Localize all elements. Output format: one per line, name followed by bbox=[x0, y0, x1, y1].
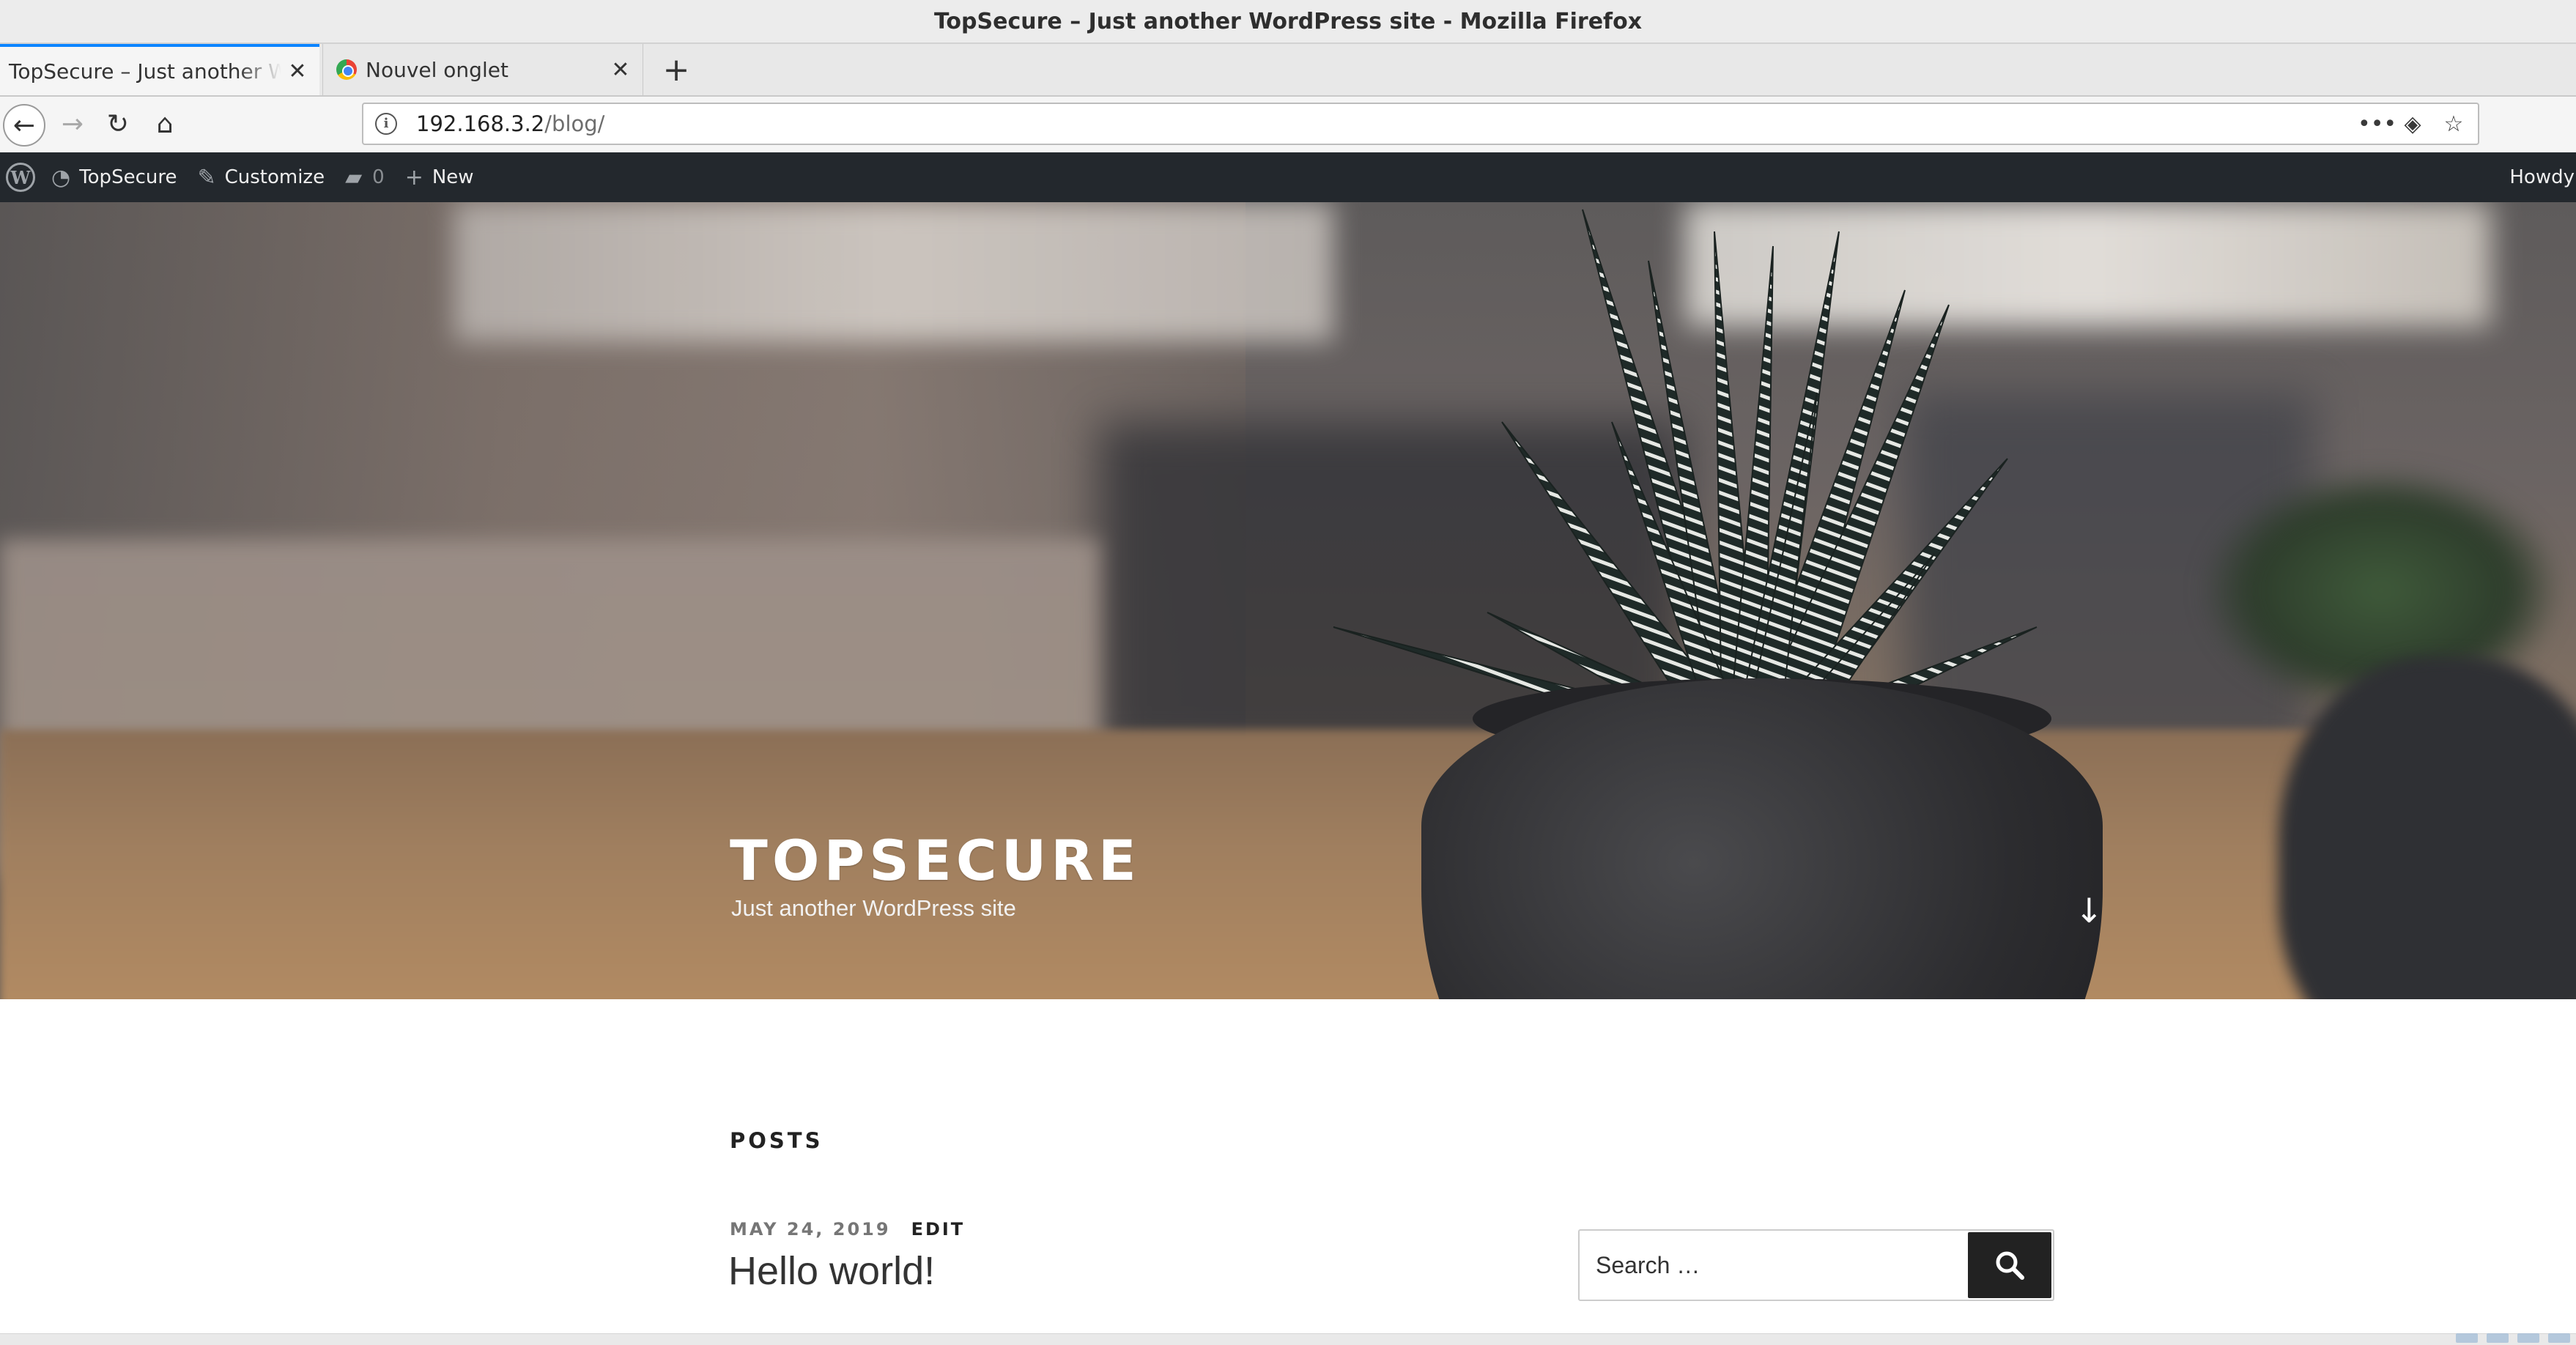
tray-icon bbox=[2456, 1333, 2478, 1343]
tray-icon bbox=[2548, 1333, 2570, 1343]
window-title: TopSecure – Just another WordPress site … bbox=[933, 8, 1643, 34]
plant-pot bbox=[1421, 678, 2103, 999]
comments-count: 0 bbox=[372, 166, 385, 188]
search-icon bbox=[1996, 1251, 2024, 1280]
reload-button[interactable]: ↻ bbox=[97, 103, 139, 145]
site-description: Just another WordPress site bbox=[731, 895, 1016, 921]
customize-label: Customize bbox=[224, 166, 325, 188]
plus-icon: + bbox=[404, 164, 423, 190]
wordpress-logo-icon[interactable]: W bbox=[6, 163, 35, 192]
forward-button[interactable]: → bbox=[51, 103, 94, 145]
tab-title: TopSecure – Just another WordPress site bbox=[9, 59, 281, 84]
new-tab-button[interactable]: + bbox=[654, 44, 699, 95]
url-text[interactable]: 192.168.3.2/blog/ bbox=[416, 111, 604, 136]
page-actions-menu-icon[interactable]: ••• bbox=[2358, 111, 2397, 137]
url-bar[interactable]: i 192.168.3.2/blog/ ••• ◈ ☆ bbox=[362, 103, 2479, 145]
paintbrush-icon: ✎ bbox=[197, 164, 216, 190]
search-form bbox=[1578, 1229, 2054, 1301]
home-button[interactable]: ⌂ bbox=[144, 103, 186, 145]
site-title[interactable]: TOPSECURE bbox=[730, 828, 1141, 893]
post-meta: MAY 24, 2019 EDIT bbox=[730, 1219, 965, 1240]
url-host: 192.168.3.2 bbox=[416, 111, 545, 136]
admin-new-content[interactable]: + New bbox=[395, 152, 484, 202]
horizontal-scrollbar[interactable] bbox=[0, 1333, 2576, 1345]
tab-close-icon[interactable]: ✕ bbox=[604, 57, 637, 83]
tray-icon bbox=[2487, 1333, 2509, 1343]
post-edit-link[interactable]: EDIT bbox=[911, 1219, 966, 1240]
admin-customize[interactable]: ✎ Customize bbox=[187, 152, 335, 202]
tab-new-tab[interactable]: Nouvel onglet ✕ bbox=[322, 44, 643, 95]
posts-heading: POSTS bbox=[730, 1128, 823, 1153]
url-path: /blog/ bbox=[544, 111, 605, 136]
post-date-link[interactable]: MAY 24, 2019 bbox=[730, 1219, 891, 1240]
header-image: TOPSECURE Just another WordPress site ↓ bbox=[0, 202, 2576, 999]
site-info-icon[interactable]: i bbox=[375, 113, 397, 135]
navigation-toolbar: ← → ↻ ⌂ i 192.168.3.2/blog/ ••• ◈ ☆ bbox=[0, 97, 2576, 153]
wp-admin-bar: W ◔ TopSecure ✎ Customize ▰ 0 + New Howd… bbox=[0, 152, 2576, 202]
system-tray bbox=[2456, 1333, 2576, 1344]
firefox-icon bbox=[336, 59, 357, 80]
post-title-link[interactable]: Hello world! bbox=[728, 1248, 935, 1294]
new-label: New bbox=[432, 166, 474, 188]
site-name-label: TopSecure bbox=[79, 166, 177, 188]
admin-site-name[interactable]: ◔ TopSecure bbox=[41, 152, 187, 202]
search-input[interactable] bbox=[1580, 1231, 1966, 1300]
pocket-icon[interactable]: ◈ bbox=[2399, 111, 2427, 137]
succulent-plant bbox=[1333, 209, 2038, 738]
tab-topsecure[interactable]: TopSecure – Just another WordPress site … bbox=[0, 44, 319, 95]
comment-bubble-icon: ▰ bbox=[345, 164, 363, 190]
page-actions: ••• ◈ ☆ bbox=[2358, 111, 2468, 137]
tab-title: Nouvel onglet bbox=[366, 57, 508, 82]
back-button[interactable]: ← bbox=[3, 104, 45, 147]
admin-account[interactable]: Howdy bbox=[2499, 152, 2576, 202]
bookmark-star-icon[interactable]: ☆ bbox=[2440, 111, 2468, 137]
tray-icon bbox=[2517, 1333, 2539, 1343]
dashboard-icon: ◔ bbox=[51, 164, 71, 190]
tab-close-icon[interactable]: ✕ bbox=[281, 59, 314, 84]
search-button[interactable] bbox=[1968, 1232, 2051, 1298]
admin-comments[interactable]: ▰ 0 bbox=[335, 152, 395, 202]
window-title-bar: TopSecure – Just another WordPress site … bbox=[0, 0, 2576, 44]
scroll-down-arrow-icon[interactable]: ↓ bbox=[2075, 894, 2103, 927]
tab-strip: TopSecure – Just another WordPress site … bbox=[0, 44, 2576, 97]
